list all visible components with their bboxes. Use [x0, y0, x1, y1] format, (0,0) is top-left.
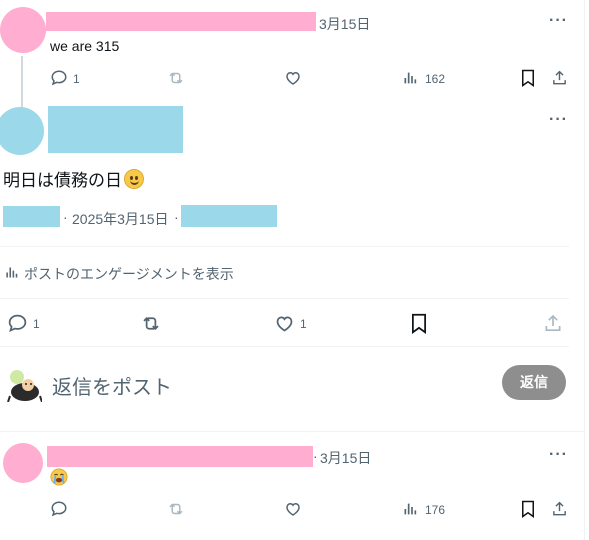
bookmark-icon[interactable]	[520, 500, 536, 518]
reply-count: 1	[73, 72, 80, 86]
analytics-link[interactable]: ポストのエンゲージメントを表示	[4, 265, 234, 283]
views-icon[interactable]	[402, 501, 418, 517]
loudly-crying-face-icon	[50, 468, 68, 486]
tweet-text-content: 明日は債務の日	[3, 171, 122, 190]
bookmark-icon[interactable]	[520, 69, 536, 87]
avatar[interactable]	[0, 7, 46, 53]
timeline-border	[584, 0, 585, 540]
like-icon[interactable]	[274, 313, 295, 334]
like-count: 1	[300, 317, 307, 331]
divider	[0, 246, 569, 247]
share-icon[interactable]	[551, 500, 568, 518]
analytics-icon	[4, 265, 19, 283]
share-icon[interactable]	[551, 69, 568, 87]
slightly-smiling-face-icon	[124, 169, 144, 189]
more-button[interactable]: ···	[549, 111, 568, 129]
meta-separator: ·	[313, 448, 318, 464]
redacted-username	[47, 446, 313, 467]
views-count: 176	[425, 503, 446, 517]
avatar[interactable]	[3, 443, 43, 483]
redacted-display-name	[48, 106, 183, 153]
reply-button[interactable]: 返信	[502, 365, 566, 400]
bookmark-icon[interactable]	[410, 313, 428, 334]
reply-icon[interactable]	[7, 313, 28, 334]
redacted-view-count	[181, 205, 277, 227]
meta-separator: ·	[174, 209, 179, 225]
views-icon[interactable]	[402, 70, 418, 86]
meta-separator: ·	[63, 209, 68, 225]
divider	[0, 346, 569, 347]
more-button[interactable]: ···	[549, 446, 568, 464]
redacted-username	[46, 12, 316, 31]
reply-icon[interactable]	[50, 500, 68, 518]
tweet-date[interactable]: 3月15日	[320, 448, 371, 468]
thread-line	[21, 56, 23, 108]
like-icon[interactable]	[284, 69, 302, 87]
retweet-icon[interactable]	[166, 69, 186, 87]
more-button[interactable]: ···	[549, 12, 568, 30]
redacted-time	[3, 206, 60, 227]
analytics-label: ポストのエンゲージメントを表示	[24, 266, 234, 282]
retweet-icon[interactable]	[166, 500, 186, 518]
views-count: 162	[425, 72, 446, 86]
avatar[interactable]	[0, 107, 44, 155]
divider	[0, 298, 569, 299]
divider	[0, 431, 584, 432]
reply-count: 1	[33, 317, 40, 331]
retweet-icon[interactable]	[140, 313, 162, 334]
tweet-text: 明日は債務の日	[3, 169, 144, 192]
like-icon[interactable]	[284, 500, 302, 518]
reply-input[interactable]: 返信をポスト	[52, 371, 172, 400]
tweet-text: we are 315	[50, 38, 120, 54]
reply-icon[interactable]	[50, 69, 68, 87]
share-icon[interactable]	[543, 313, 563, 334]
user-avatar	[6, 366, 42, 402]
tweet-date[interactable]: 3月15日	[319, 14, 370, 34]
tweet-date[interactable]: 2025年3月15日	[72, 209, 169, 229]
